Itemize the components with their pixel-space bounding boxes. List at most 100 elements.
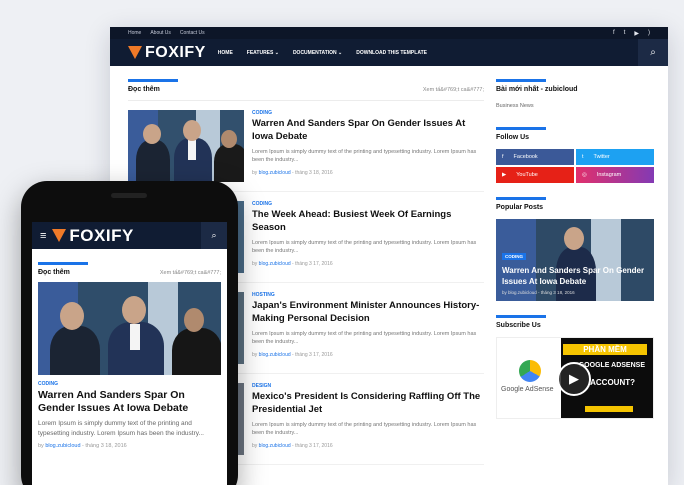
nav-item-features[interactable]: FEATURES ⌄ [247,50,279,56]
post-body: CODING Warren And Sanders Spar On Gender… [252,110,484,182]
youtube-button[interactable]: ▶ YouTube [496,167,574,183]
popular-overlay: CODING Warren And Sanders Spar On Gender… [502,245,648,295]
widget-accent-bar [496,197,546,200]
post-date: tháng 3 18, 2016 [85,443,127,450]
post-title[interactable]: Warren And Sanders Spar On Gender Issues… [38,389,221,415]
post-author[interactable]: blog.zubicloud [259,261,291,267]
search-button[interactable]: ⌕ [638,39,668,66]
social-buttons: f Facebook t Twitter ▶ YouTube ◎ Instagram [496,149,654,183]
popular-date: tháng 3 18, 2016 [540,290,575,295]
rss-icon[interactable]: ) [648,30,650,37]
post-title[interactable]: Warren And Sanders Spar On Gender Issues… [252,118,484,144]
topbar-link-contact[interactable]: Contact Us [180,30,205,36]
widget-title: Follow Us [496,134,530,141]
post-item[interactable]: CODING Warren And Sanders Spar On Gender… [128,101,484,192]
facebook-button[interactable]: f Facebook [496,149,574,165]
post-author[interactable]: blog.zubicloud [259,443,291,449]
play-icon: ▶ [569,371,579,386]
mobile-content: Đọc thêm Xem tấ&#769;t ca&#777; CODING W… [32,249,227,449]
mobile-post-thumbnail[interactable] [38,282,221,375]
instagram-button[interactable]: ◎ Instagram [576,167,654,183]
post-excerpt: Lorem Ipsum is simply dummy text of the … [252,239,477,255]
ad-headline: PHẦN MỀM [563,344,647,355]
social-label: YouTube [516,172,538,178]
popular-title[interactable]: Warren And Sanders Spar On Gender Issues… [502,266,648,287]
logo-text: FOXIFY [145,43,206,61]
post-label[interactable]: CODING [252,110,484,116]
fox-logo-icon [52,229,67,242]
social-label: Twitter [593,154,610,160]
widget-accent-bar [496,79,546,82]
top-bar: Home About Us Contact Us f t ▶ ) [110,27,668,39]
topbar-social: f t ▶ ) [613,30,650,37]
ad-line2: GOOGLE ADSENSE [578,362,645,369]
post-excerpt: Lorem Ipsum is simply dummy text of the … [252,148,477,164]
see-all-link[interactable]: Xem tấ&#769;t ca&#777; [423,87,484,93]
post-date: tháng 3 17, 2016 [295,442,333,449]
post-meta: by blog.zubicloud - tháng 3 18, 2016 [252,169,333,176]
post-meta: by blog.zubicloud - tháng 3 17, 2016 [252,260,333,267]
post-author[interactable]: blog.zubicloud [259,352,291,358]
search-icon: ⌕ [650,47,656,58]
topbar-link-about[interactable]: About Us [150,30,171,36]
subscribe-banner[interactable]: PHẦN MỀM GOOGLE ADSENSE ACCOUNT? Google … [496,337,654,419]
twitter-button[interactable]: t Twitter [576,149,654,165]
post-author[interactable]: blog.zubicloud [45,443,80,449]
post-body: CODING The Week Ahead: Busiest Week Of E… [252,201,484,273]
site-logo[interactable]: FOXIFY [128,44,206,62]
post-label[interactable]: HOSTING [252,292,484,298]
phone-frame: ≡ FOXIFY ⌕ Đọc thêm Xem tấ&#769;t ca&#77… [21,181,238,485]
popular-meta: by blog.zubicloud - tháng 3 18, 2016 [502,290,575,295]
phone-speaker [111,193,147,198]
instagram-icon: ◎ [582,172,587,178]
widget-title: Subscribe Us [496,322,541,329]
post-thumbnail[interactable] [128,110,244,182]
post-title[interactable]: The Week Ahead: Busiest Week Of Earnings… [252,209,484,235]
latest-link[interactable]: Business News [496,103,654,109]
see-all-link[interactable]: Xem tấ&#769;t ca&#777; [160,270,221,276]
post-excerpt: Lorem Ipsum is simply dummy text of the … [38,420,204,438]
section-title: Đọc thêm [128,86,160,93]
mobile-search-button[interactable]: ⌕ [201,222,227,249]
adsense-logo-icon [519,360,541,382]
logo-text: FOXIFY [69,225,134,245]
twitter-icon: t [582,154,584,160]
mobile-logo[interactable]: FOXIFY [52,226,133,246]
post-title[interactable]: Mexico's President Is Considering Raffli… [252,391,484,417]
post-author[interactable]: blog.zubicloud [259,170,291,176]
nav-item-home[interactable]: HOME [218,50,233,56]
section-accent-bar [38,262,88,265]
post-label[interactable]: CODING [38,381,221,387]
youtube-icon[interactable]: ▶ [634,30,639,37]
topbar-link-home[interactable]: Home [128,30,141,36]
main-nav: FOXIFY HOME FEATURES ⌄ DOCUMENTATION ⌄ D… [110,39,668,66]
popular-author[interactable]: blog.zubicloud [508,290,537,295]
fox-logo-icon [128,46,142,59]
sidebar: Bài mới nhất - zubicloud Business News F… [496,79,654,429]
nav-item-documentation[interactable]: DOCUMENTATION ⌄ [293,50,342,56]
facebook-icon: f [502,154,504,160]
hamburger-menu-icon[interactable]: ≡ [40,230,46,242]
mobile-nav: ≡ FOXIFY ⌕ [32,222,227,249]
subscribe-widget: Subscribe Us PHẦN MỀM GOOGLE ADSENSE ACC… [496,315,654,419]
play-button[interactable]: ▶ [557,362,591,396]
mobile-section-header: Đọc thêm Xem tấ&#769;t ca&#777; [38,269,221,282]
post-label[interactable]: CODING [252,201,484,207]
post-date: tháng 3 18, 2016 [295,169,333,176]
post-date: tháng 3 17, 2016 [295,260,333,267]
follow-widget: Follow Us f Facebook t Twitter ▶ YouTube ◎ I… [496,127,654,183]
post-meta: by blog.zubicloud - tháng 3 17, 2016 [252,351,333,358]
post-excerpt: Lorem Ipsum is simply dummy text of the … [252,421,477,437]
widget-accent-bar [496,127,546,130]
post-title[interactable]: Japan's Environment Minister Announces H… [252,300,484,326]
latest-widget: Bài mới nhất - zubicloud Business News [496,79,654,109]
section-title: Đọc thêm [38,269,70,276]
nav-item-download[interactable]: DOWNLOAD THIS TEMPLATE [356,50,427,56]
facebook-icon[interactable]: f [613,30,615,37]
popular-label[interactable]: CODING [502,253,526,261]
post-label[interactable]: DESIGN [252,383,484,389]
popular-post[interactable]: CODING Warren And Sanders Spar On Gender… [496,219,654,301]
post-date: tháng 3 17, 2016 [295,351,333,358]
twitter-icon[interactable]: t [624,30,626,37]
widget-title: Popular Posts [496,204,544,211]
